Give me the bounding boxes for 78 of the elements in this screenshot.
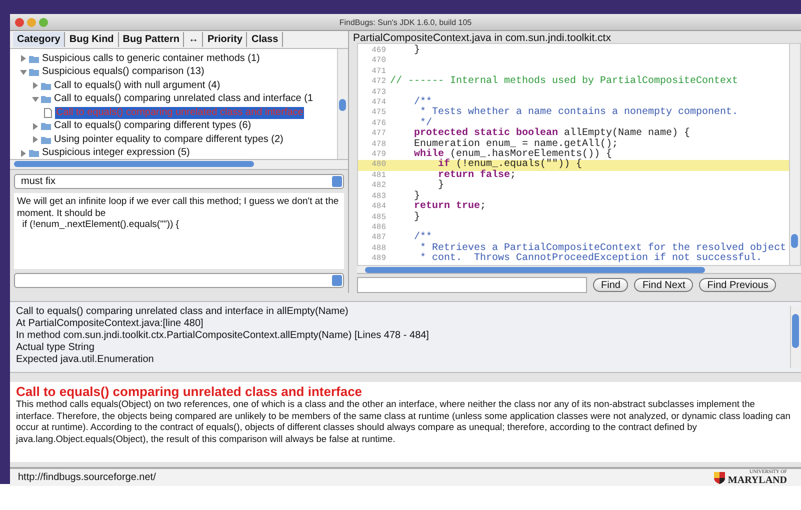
- line-number: 473: [370, 88, 387, 98]
- line-number: 489: [370, 254, 387, 265]
- column-header[interactable]: ↔: [184, 32, 204, 47]
- line-number: 472: [370, 77, 387, 88]
- column-header[interactable]: Priority: [203, 32, 248, 47]
- code-line: if (!enum_.equals("")) {: [437, 160, 582, 170]
- code-line: }: [413, 46, 420, 56]
- column-header[interactable]: Class: [247, 32, 284, 47]
- tree-item[interactable]: Suspicious integer expression (5): [41, 147, 191, 159]
- code-line: * Tests whether a name contains a nonempty component.: [419, 108, 738, 118]
- line-number: 485: [370, 212, 387, 223]
- tree-item[interactable]: Using pointer equality to compare different types (2): [53, 134, 284, 146]
- collapsed-triangle-icon[interactable]: [32, 82, 39, 90]
- url-link[interactable]: http://findbugs.sourceforge.net/: [18, 472, 156, 483]
- collapsed-triangle-icon[interactable]: [32, 122, 39, 130]
- code-line: return false;: [437, 170, 516, 181]
- tree-item[interactable]: Call to equals() comparing different types (6): [53, 120, 252, 132]
- code-line: */: [420, 118, 432, 129]
- line-number: 483: [370, 192, 387, 202]
- column-header[interactable]: Bug Kind: [65, 32, 119, 47]
- code-line: * cont. Throws CannotProceedException if not successful.: [419, 254, 762, 265]
- line-number: 470: [370, 56, 387, 67]
- line-number: 477: [370, 129, 387, 140]
- bug-title: Call to equals() comparing unrelated class and interface: [16, 384, 364, 399]
- collapsed-triangle-icon[interactable]: [32, 136, 39, 144]
- find-button[interactable]: Find Next: [634, 278, 694, 292]
- window-title: FindBugs: Sun's JDK 1.6.0, build 105: [338, 18, 473, 26]
- line-number: 486: [370, 222, 387, 234]
- dropdown[interactable]: [14, 273, 344, 288]
- detail-line: Actual type String: [16, 342, 96, 354]
- line-number: 478: [370, 140, 387, 150]
- line-number: 487: [370, 233, 387, 244]
- line-number: 469: [370, 46, 387, 56]
- code-line: }: [413, 192, 420, 202]
- line-number: 484: [370, 202, 387, 212]
- line-number: 482: [370, 181, 387, 192]
- tree-item[interactable]: Suspicious equals() comparison (13): [41, 66, 206, 78]
- collapsed-triangle-icon[interactable]: [20, 150, 27, 157]
- code-line: * Retrieves a PartialCompositeContext for the resolved object: [419, 244, 786, 254]
- code-line: // ------ Internal methods used by PartialCompositeContext: [390, 77, 738, 88]
- designation-dropdown[interactable]: must fix: [14, 174, 344, 189]
- zoom-button[interactable]: [39, 18, 48, 26]
- line-number: 476: [370, 118, 387, 130]
- line-number: 475: [370, 108, 387, 119]
- line-number: 479: [370, 150, 387, 160]
- line-number: 481: [370, 170, 387, 182]
- collapsed-triangle-icon[interactable]: [20, 55, 27, 62]
- detail-line: Expected java.util.Enumeration: [16, 354, 155, 366]
- close-button[interactable]: [15, 18, 24, 26]
- line-number: 480: [370, 160, 387, 171]
- find-field[interactable]: [357, 277, 587, 293]
- code-line: }: [413, 212, 420, 223]
- column-header[interactable]: Bug Pattern: [118, 32, 184, 47]
- expanded-triangle-icon[interactable]: [32, 96, 39, 103]
- bug-description: This method calls equals(Object) on two references, one of which is a class and the other an interface, where neither the class nor any of its non-abstract subclasses implement the interface. Therefore, the objects being compared are unlikely to be members of the same class at runtime (unless some application classes were not analyzed, or dynamic class loading can occur at runtime). According to the contract of equals(), objects of different classes should always compare as unequal; therefore, according to the contract defined by java.lang.Object.equals(Object), the result of this comparison will always be false at runtime.: [16, 399, 792, 445]
- tree-item[interactable]: Suspicious calls to generic container methods (1): [41, 52, 261, 65]
- code-line: protected static boolean allEmpty(Name name) {: [413, 129, 690, 140]
- line-number: 471: [370, 66, 387, 78]
- shield-icon: [714, 472, 725, 484]
- find-button[interactable]: Find Previous: [699, 278, 776, 292]
- detail-line: In method com.sun.jndi.toolkit.ctx.PartialCompositeContext.allEmpty(Name) [Lines 478 - 484]: [16, 330, 430, 342]
- annotation-text[interactable]: We will get an infinite loop if we ever call this method; I guess we don't at the moment. It should be if (!enum_.nextElement().equals("")) {: [14, 193, 344, 269]
- line-number: 488: [370, 244, 387, 254]
- logo-text: MARYLAND: [728, 474, 787, 486]
- code-line: Enumeration enum_ = name.getAll();: [413, 140, 618, 150]
- detail-line: Call to equals() comparing unrelated class and interface in allEmpty(Name): [16, 306, 350, 318]
- find-button[interactable]: Find: [593, 278, 628, 292]
- tree-item[interactable]: Call to equals() comparing unrelated class and interface (1: [53, 93, 314, 106]
- document-icon: [44, 108, 52, 118]
- code-line: /**: [413, 233, 432, 244]
- line-number: 474: [370, 98, 387, 108]
- tree-item[interactable]: Call to equals() with null argument (4): [53, 80, 222, 92]
- detail-line: At PartialCompositeContext.java:[line 480]: [16, 318, 204, 330]
- code-line: return true;: [413, 202, 486, 212]
- column-header[interactable]: Category: [13, 32, 66, 47]
- file-title: PartialCompositeContext.java in com.sun.jndi.toolkit.ctx: [352, 31, 612, 43]
- code-line: }: [437, 181, 444, 192]
- expanded-triangle-icon[interactable]: [20, 68, 27, 76]
